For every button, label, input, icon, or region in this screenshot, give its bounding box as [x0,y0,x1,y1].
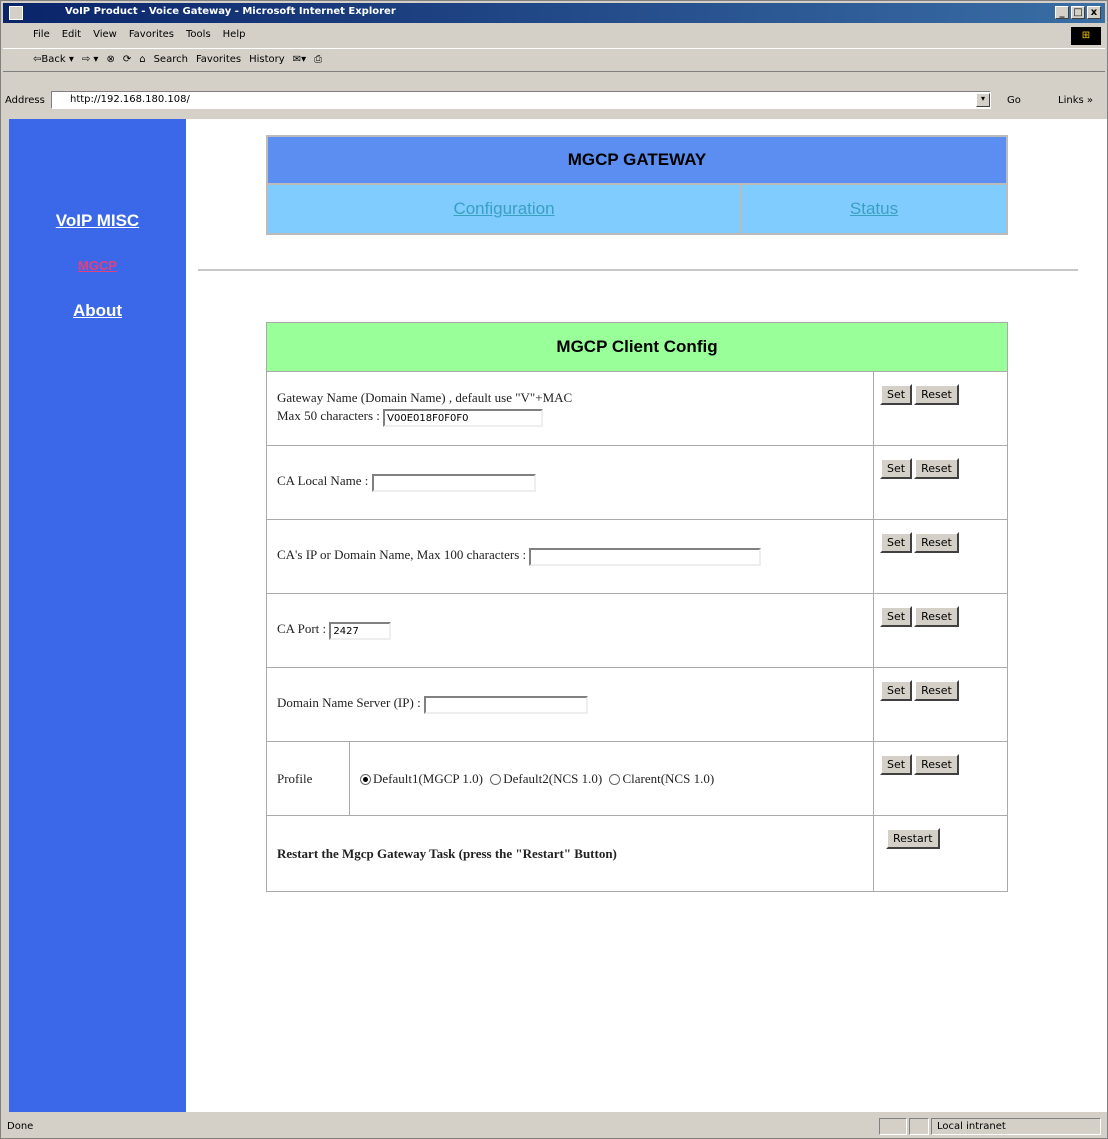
ca-local-name-input[interactable] [371,473,536,492]
dns-label: Domain Name Server (IP) : [277,695,421,711]
gateway-header: MGCP GATEWAY Configuration Status [266,135,1008,235]
tab-configuration[interactable]: Configuration [266,183,742,235]
set-button[interactable]: Set [880,532,913,553]
ca-ip-input[interactable] [529,547,762,566]
set-button[interactable]: Set [880,606,913,627]
links-button[interactable]: Links » [1058,95,1093,106]
profile-radio-clarent[interactable] [609,774,621,786]
reset-button[interactable]: Reset [914,680,959,701]
menu-favorites[interactable]: Favorites [129,29,174,40]
profile-option-label: Default2(NCS 1.0) [503,770,603,786]
set-button[interactable]: Set [880,384,913,405]
restart-button[interactable]: Restart [886,828,940,849]
menu-help[interactable]: Help [223,29,246,40]
profile-option-label: Clarent(NCS 1.0) [622,770,715,786]
go-button[interactable]: Go [1007,95,1021,106]
gateway-name-row: Gateway Name (Domain Name) , default use… [266,371,1008,446]
reset-button[interactable]: Reset [914,458,959,479]
ca-port-row: CA Port : 2427 Set Reset [266,593,1008,668]
ca-port-label: CA Port : [277,621,327,637]
config-title: MGCP Client Config [266,322,1008,372]
set-button[interactable]: Set [880,458,913,479]
address-dropdown-icon[interactable]: ▾ [976,93,990,107]
back-button[interactable]: ⇦Back ▾ [33,54,74,65]
gateway-max-label: Max 50 characters : [277,408,380,424]
toolbar: ⇦Back ▾ ⇨ ▾ ⊗ ⟳ ⌂ Search Favorites History ✉▾ ⎙ [3,48,1105,72]
restart-row: Restart the Mgcp Gateway Task (press the… [266,815,1008,892]
minimize-button[interactable]: _ [1055,6,1069,19]
sidebar: VoIP MISC MGCP About [9,119,186,1112]
sidebar-item-mgcp[interactable]: MGCP [9,258,186,273]
reset-button[interactable]: Reset [914,754,959,775]
ca-ip-label: CA's IP or Domain Name, Max 100 characte… [277,547,527,563]
ca-local-name-row: CA Local Name : Set Reset [266,445,1008,520]
menu-tools[interactable]: Tools [186,29,211,40]
set-button[interactable]: Set [880,680,913,701]
address-input[interactable]: http://192.168.180.108/ [51,91,991,109]
refresh-icon[interactable]: ⟳ [123,54,131,65]
dns-input[interactable] [423,695,588,714]
close-button[interactable]: x [1087,6,1101,19]
stop-icon[interactable]: ⊗ [106,54,114,65]
forward-button[interactable]: ⇨ ▾ [82,54,99,65]
tab-status[interactable]: Status [740,183,1008,235]
page-title: MGCP GATEWAY [266,135,1008,185]
profile-label: Profile [266,741,350,816]
address-bar: Address http://192.168.180.108/ ▾ Go Lin… [3,72,1105,114]
mail-icon[interactable]: ✉▾ [293,54,306,65]
restart-label: Restart the Mgcp Gateway Task (press the… [266,815,874,892]
menu-view[interactable]: View [93,29,117,40]
profile-radio-default2[interactable] [490,774,502,786]
menu-edit[interactable]: Edit [62,29,81,40]
address-label: Address [5,95,45,106]
status-pane [909,1118,929,1135]
windows-logo-icon: ⊞ [1071,27,1101,45]
print-icon[interactable]: ⎙ [314,54,322,65]
divider [198,269,1078,271]
dns-row: Domain Name Server (IP) : Set Reset [266,667,1008,742]
ca-local-name-label: CA Local Name : [277,473,369,489]
reset-button[interactable]: Reset [914,532,959,553]
browser-window: VoIP Product - Voice Gateway - Microsoft… [0,0,1108,1139]
main-content: MGCP GATEWAY Configuration Status MGCP C… [186,119,1107,1112]
status-bar: Done Local intranet [3,1116,1105,1138]
history-button[interactable]: History [249,54,285,65]
window-title: VoIP Product - Voice Gateway - Microsoft… [65,6,396,17]
profile-radio-default1[interactable] [360,774,371,786]
maximize-button[interactable]: □ [1071,6,1085,19]
gateway-name-cell: Gateway Name (Domain Name) , default use… [266,371,874,446]
ie-icon [9,6,23,20]
gateway-name-input[interactable]: V00E018F0F0F0 [383,408,544,427]
page-viewport: VoIP MISC MGCP About MGCP GATEWAY Config… [9,119,1107,1112]
set-button[interactable]: Set [880,754,913,775]
ca-port-input[interactable]: 2427 [329,621,392,640]
zone-label: Local intranet [937,1121,1006,1132]
favorites-button[interactable]: Favorites [196,54,241,65]
ca-ip-row: CA's IP or Domain Name, Max 100 characte… [266,519,1008,594]
profile-options: Default1(MGCP 1.0) Default2(NCS 1.0) Cla… [349,741,874,816]
title-bar[interactable]: VoIP Product - Voice Gateway - Microsoft… [3,3,1105,23]
mgcp-config-table: MGCP Client Config Gateway Name (Domain … [266,322,1008,892]
reset-button[interactable]: Reset [914,384,959,405]
status-text: Done [7,1121,34,1132]
reset-button[interactable]: Reset [914,606,959,627]
sidebar-item-voip-misc[interactable]: VoIP MISC [9,211,186,231]
gateway-name-label: Gateway Name (Domain Name) , default use… [277,390,573,406]
sidebar-item-about[interactable]: About [9,301,186,321]
search-button[interactable]: Search [154,54,188,65]
status-pane [879,1118,907,1135]
home-icon[interactable]: ⌂ [139,54,145,65]
menu-file[interactable]: File [33,29,50,40]
menu-bar: File Edit View Favorites Tools Help [3,25,1105,45]
profile-option-label: Default1(MGCP 1.0) [373,770,484,786]
profile-row: Profile Default1(MGCP 1.0) Default2(NCS … [266,741,1008,816]
